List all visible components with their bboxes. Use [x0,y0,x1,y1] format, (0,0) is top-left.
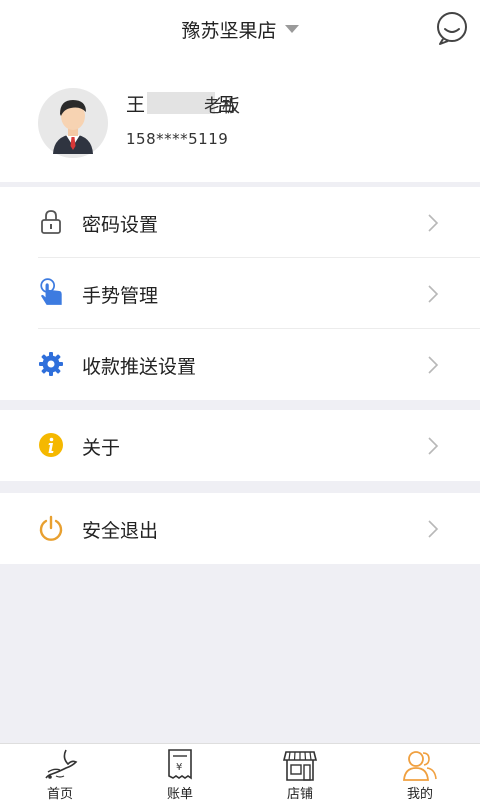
menu-gesture-management[interactable]: 手势管理 [0,258,480,329]
tab-label: 我的 [406,787,433,800]
caret-down-icon [284,25,299,33]
chat-bubble-icon[interactable] [434,10,470,46]
menu-label: 安全退出 [82,520,159,542]
menu-password-settings[interactable]: 密码设置 [0,187,480,258]
settings-group: 密码设置 手势管理 收款推送设置 [0,187,480,400]
user-role: 老板 [204,96,240,117]
logout-group: 安全退出 [0,493,480,564]
info-icon [39,433,63,457]
store-name: 豫苏坚果店 [181,20,277,42]
profile-card[interactable]: 王吕 老板 158****5119 [0,58,480,182]
tab-label: 店铺 [286,787,313,800]
home-bird-icon [45,749,78,779]
menu-about[interactable]: 关于 [0,410,480,481]
tab-label: 账单 [166,787,193,800]
chevron-right-icon [428,520,439,538]
gear-icon [39,352,63,376]
svg-text:¥: ¥ [176,762,182,773]
menu-logout[interactable]: 安全退出 [0,493,480,564]
menu-label: 手势管理 [82,285,159,307]
chevron-right-icon [428,356,439,374]
store-selector[interactable]: 豫苏坚果店 [0,16,480,43]
menu-payment-push-settings[interactable]: 收款推送设置 [0,329,480,400]
chevron-right-icon [428,285,439,303]
receipt-icon: ¥ [168,749,192,780]
menu-label: 收款推送设置 [82,356,197,378]
tab-mine[interactable]: 我的 [360,744,480,800]
tab-bills[interactable]: ¥ 账单 [120,744,240,800]
tab-store[interactable]: 店铺 [240,744,360,800]
chevron-right-icon [428,214,439,232]
about-group: 关于 [0,410,480,481]
gesture-hand-icon [40,278,62,305]
power-icon [39,515,63,541]
user-phone: 158****5119 [126,130,229,148]
user-name-first: 王 [126,94,146,116]
top-bar: 豫苏坚果店 [0,0,480,58]
menu-label: 关于 [82,437,121,459]
tab-label: 首页 [46,787,73,800]
tab-home[interactable]: 首页 [0,744,120,800]
store-icon [282,751,318,781]
lock-icon [41,210,61,234]
avatar [38,88,108,158]
bottom-tab-bar: 首页 ¥ 账单 店铺 我的 [0,743,480,800]
user-icon [403,751,437,781]
menu-label: 密码设置 [82,214,159,236]
chevron-right-icon [428,437,439,455]
